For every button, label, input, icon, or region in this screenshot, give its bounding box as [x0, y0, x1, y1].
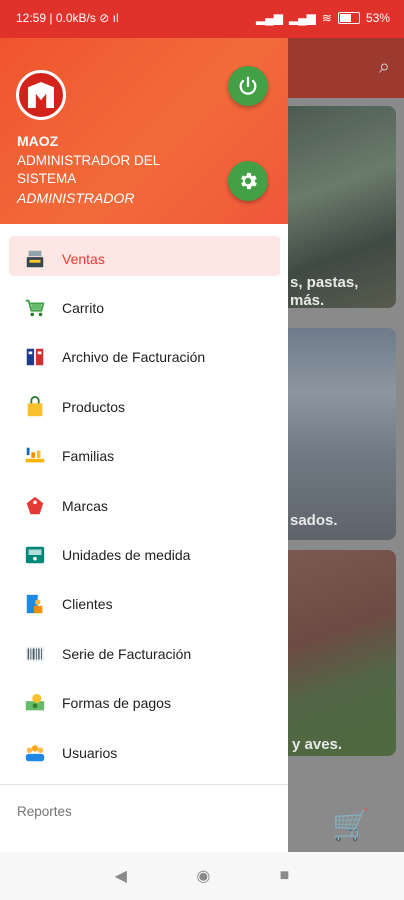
menu-item-unidades-medida[interactable]: Unidades de medida	[0, 530, 288, 579]
banner-1-text: s, pastas, más.	[290, 274, 359, 308]
logo-m-icon	[28, 82, 54, 108]
menu-label-unidades-medida: Unidades de medida	[62, 547, 191, 564]
banner-2-text: sados.	[290, 512, 338, 529]
menu-label-productos: Productos	[62, 398, 126, 415]
menu-item-clientes[interactable]: Clientes	[0, 580, 288, 629]
active-highlight	[9, 236, 280, 276]
vibrate-off-icon: ⊘	[99, 11, 110, 25]
wifi-icon: ≋	[321, 11, 332, 25]
logout-button[interactable]	[228, 66, 268, 106]
recents-icon[interactable]: ■	[280, 867, 290, 885]
menu-item-familias[interactable]: Familias	[0, 432, 288, 481]
menu-item-archivo-facturacion[interactable]: Archivo de Facturación	[0, 333, 288, 382]
menu-item-marcas[interactable]: Marcas	[0, 481, 288, 530]
menu-label-archivo-facturacion: Archivo de Facturación	[62, 349, 206, 366]
menu-item-carrito[interactable]: Carrito	[0, 283, 288, 332]
drawer-menu: Ventas Carrito Archivo de Facturación Pr…	[0, 234, 288, 777]
menu-divider	[0, 784, 288, 785]
menu-label-familias: Familias	[62, 448, 115, 465]
section-reportes: Reportes	[17, 804, 72, 819]
barcode-icon	[24, 643, 46, 665]
menu-item-serie-facturacion[interactable]: Serie de Facturación	[0, 629, 288, 678]
menu-label-ventas: Ventas	[62, 250, 105, 267]
menu-item-productos[interactable]: Productos	[0, 382, 288, 431]
status-network: 0.0kB/s	[55, 11, 96, 25]
signal-icon: ▂▄▆	[255, 11, 283, 25]
search-icon: ⌕	[378, 56, 390, 78]
menu-label-serie-facturacion: Serie de Facturación	[62, 645, 192, 662]
background-toolbar: ⌕	[288, 38, 404, 98]
gear-icon	[241, 172, 257, 190]
background-app: ⌕ s, pastas, más. sados. y aves. 🛒	[288, 38, 404, 852]
money-icon	[24, 692, 46, 714]
tag-icon	[24, 495, 46, 517]
menu-item-ventas[interactable]: Ventas	[0, 234, 288, 283]
shopping-bag-icon	[24, 395, 46, 418]
menu-label-clientes: Clientes	[62, 596, 113, 613]
scale-icon	[24, 544, 46, 566]
system-navigation-bar: ◀ ◉ ■	[0, 852, 404, 900]
status-time: 12:59	[16, 11, 47, 25]
drawer-header: MAOZ ADMINISTRADOR DEL SISTEMA ADMINISTR…	[0, 38, 288, 224]
users-icon	[24, 742, 46, 764]
settings-button[interactable]	[228, 161, 268, 201]
cart-icon: 🛒	[332, 809, 370, 842]
signal2-icon: ▂▄▆	[288, 11, 316, 25]
client-icon	[24, 593, 46, 615]
background-banner-2: sados.	[288, 328, 396, 540]
battery-percent: 53%	[365, 11, 390, 25]
banner-3-text: y aves.	[292, 736, 343, 753]
menu-item-usuarios[interactable]: Usuarios	[0, 728, 288, 777]
app-logo	[16, 70, 66, 120]
navigation-drawer: MAOZ ADMINISTRADOR DEL SISTEMA ADMINISTR…	[0, 38, 288, 852]
binders-icon	[24, 346, 46, 368]
user-name: MAOZ	[17, 133, 59, 149]
cart-icon	[24, 297, 46, 319]
menu-item-formas-pagos[interactable]: Formas de pagos	[0, 679, 288, 728]
back-icon[interactable]: ◀	[115, 866, 127, 886]
status-bar: 12:59 | 0.0kB/s ⊘ ıl ▂▄▆ ▂▄▆ ≋ 53%	[0, 0, 404, 38]
cash-register-icon	[24, 248, 46, 270]
background-banner-1: s, pastas, más.	[288, 106, 396, 308]
home-icon[interactable]: ◉	[196, 866, 210, 886]
menu-label-marcas: Marcas	[62, 497, 108, 514]
family-icon	[24, 445, 46, 467]
status-right: ▂▄▆ ▂▄▆ ≋ 53%	[256, 11, 390, 25]
battery-icon	[337, 12, 360, 24]
background-banner-3: y aves.	[288, 550, 396, 756]
status-left: 12:59 | 0.0kB/s ⊘ ıl	[16, 11, 119, 25]
power-icon	[239, 76, 257, 95]
menu-label-carrito: Carrito	[62, 300, 105, 317]
user-type: ADMINISTRADOR	[17, 190, 135, 206]
menu-label-formas-pagos: Formas de pagos	[62, 695, 171, 712]
data-icon: ıl	[112, 11, 119, 25]
menu-label-usuarios: Usuarios	[62, 744, 118, 761]
user-role: ADMINISTRADOR DEL SISTEMA	[17, 153, 160, 186]
